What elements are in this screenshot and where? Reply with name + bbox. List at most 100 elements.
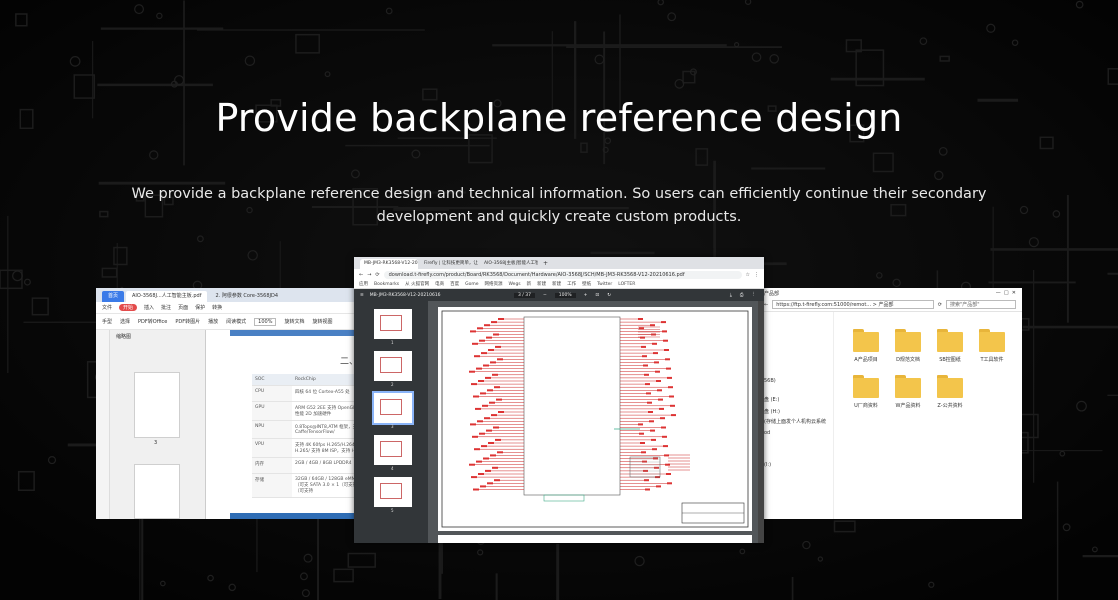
tool-rotate-doc[interactable]: 旋转文档 (284, 318, 304, 325)
pdf-thumbnail[interactable] (374, 477, 412, 507)
tool-play[interactable]: 播放 (208, 318, 218, 325)
folder-item[interactable]: SB控图纸 (930, 328, 970, 363)
pdf-title: MB-JM3-RK3568-V12-20210616 (369, 292, 441, 298)
bookmark-item[interactable]: 工作 (567, 281, 576, 287)
hamburger-icon[interactable]: ≡ (360, 293, 364, 298)
menu-icon[interactable]: ⋮ (754, 272, 759, 278)
tool-rotate-view[interactable]: 旋转视图 (312, 318, 332, 325)
bookmark-item[interactable]: 从 火狐官网 (405, 281, 429, 287)
browser-tab-firefly[interactable]: Firefly | 让科技更简单，让生活... (420, 259, 478, 269)
folder-item[interactable]: U厂商资料 (846, 374, 886, 409)
tool-pdf-to-image[interactable]: PDF转图片 (175, 318, 200, 325)
bookmark-item[interactable]: Gome (465, 282, 478, 287)
thumbnail-page[interactable] (134, 464, 180, 519)
tab-core-params[interactable]: 2. 阿很参数 Core-3568JD4 (209, 291, 284, 302)
reload-icon[interactable]: ⟳ (375, 272, 379, 278)
pdf-actions: ⤓ ⎙ ⋮ (730, 292, 756, 298)
folder-label: U厂商资料 (854, 403, 878, 409)
download-icon[interactable]: ⤓ (730, 292, 732, 298)
nav-item[interactable]: 盘 (E:) (764, 396, 779, 403)
menu-page[interactable]: 页面 (178, 304, 188, 311)
pdf-thumbnail[interactable] (372, 391, 414, 425)
zoom-out-icon[interactable]: − (543, 293, 547, 298)
menu-file[interactable]: 文件 (102, 304, 112, 311)
explorer-title: 产品部 (764, 290, 780, 297)
explorer-address-bar[interactable]: https://ftp.t-firefly.com:51000/remot...… (772, 300, 934, 309)
fit-page-icon[interactable]: ⊡ (595, 293, 599, 298)
schematic-drawing (441, 310, 749, 528)
nav-item[interactable]: od (764, 430, 770, 436)
bookmark-item[interactable]: 百度 (450, 281, 459, 287)
menu-protect[interactable]: 保护 (195, 304, 205, 311)
thumbnail-page-number: 3 (154, 440, 158, 446)
back-arrow-icon[interactable]: ← (359, 272, 363, 278)
tab-home[interactable]: 首页 (102, 291, 125, 302)
zoom-in-icon[interactable]: + (584, 293, 588, 298)
zoom-field[interactable]: 100% (254, 317, 277, 326)
star-icon[interactable]: ☆ (746, 272, 750, 278)
back-arrow-icon[interactable]: ← (764, 302, 768, 308)
browser-url-bar[interactable]: download.t-firefly.com/product/Board/RK3… (383, 270, 742, 279)
menu-start[interactable]: 开始 (119, 304, 138, 311)
pdf-zoom-field[interactable]: 100% (554, 292, 576, 298)
bookmark-item[interactable]: LOFTER (618, 282, 635, 287)
folder-label: W产品资料 (895, 403, 921, 409)
more-icon[interactable]: ⋮ (752, 292, 757, 298)
folder-icon (979, 328, 1005, 352)
page-subtitle: We provide a backplane reference design … (131, 186, 987, 225)
bookmark-item[interactable]: 网络资源 (485, 281, 503, 287)
browser-tab-schematic[interactable]: MB-JM3-RK3568-V12-2021... (360, 259, 418, 269)
pdf-thumbnail-number: 2 (391, 382, 394, 387)
browser-address-row: ← → ⟳ download.t-firefly.com/product/Boa… (354, 269, 764, 280)
browser-tab-aio[interactable]: AIO-3568J主板|智能人工智能主... (480, 259, 538, 269)
new-tab-button[interactable]: + (540, 259, 548, 269)
nav-item[interactable]: 盘 (H:) (764, 408, 780, 415)
menu-convert[interactable]: 转换 (212, 304, 222, 311)
pdf-thumbnail[interactable] (374, 309, 412, 339)
folder-item[interactable]: D规范文档 (888, 328, 928, 363)
nav-item[interactable]: 56B) (764, 378, 776, 384)
table-key-cell: SOC (252, 374, 292, 386)
folder-item[interactable]: T工具软件 (972, 328, 1012, 363)
bookmark-item[interactable]: 电商 (435, 281, 444, 287)
pdf-thumbnail[interactable] (374, 435, 412, 465)
explorer-title-bar: 产品部 — □ ✕ (758, 288, 1022, 298)
tool-hand[interactable]: 手型 (102, 318, 112, 325)
tool-read-mode[interactable]: 阅读模式 (226, 318, 246, 325)
refresh-icon[interactable]: ⟳ (938, 302, 942, 308)
nav-item[interactable]: (存储上面发个人机构云系统 (764, 418, 826, 425)
bookmark-item[interactable]: 新建 (552, 281, 561, 287)
tool-select[interactable]: 选择 (120, 318, 130, 325)
pdf-thumbnail[interactable] (374, 351, 412, 381)
menu-annotate[interactable]: 批注 (161, 304, 171, 311)
pdf-scrollbar[interactable] (758, 301, 764, 543)
bookmark-item[interactable]: 新建 (537, 281, 546, 287)
folder-icon (937, 374, 963, 398)
folder-label: D规范文档 (896, 357, 920, 363)
bookmark-item[interactable]: 新 (527, 281, 532, 287)
forward-arrow-icon[interactable]: → (367, 272, 371, 278)
rotate-icon[interactable]: ↻ (607, 293, 611, 298)
menu-insert[interactable]: 插入 (144, 304, 154, 311)
folder-label: T工具软件 (980, 357, 1004, 363)
print-icon[interactable]: ⎙ (740, 292, 744, 298)
bookmark-item[interactable]: 壁纸 (582, 281, 591, 287)
thumbnail-page[interactable] (134, 372, 180, 438)
folder-item[interactable]: Z-公共资料 (930, 374, 970, 409)
explorer-search-input[interactable]: 搜索"产品部" (946, 300, 1016, 309)
folder-item[interactable]: W产品资料 (888, 374, 928, 409)
bookmark-item[interactable]: 应用 (359, 281, 368, 287)
folder-item[interactable]: A产品项目 (846, 328, 886, 363)
pdf-thumbnail-number: 4 (391, 466, 394, 471)
tab-pdf-document[interactable]: AIO-3568J...人工智能主板.pdf (126, 291, 208, 302)
page-indicator[interactable]: 3 / 37 (514, 292, 535, 298)
bookmark-item[interactable]: Bookmarks (374, 282, 399, 287)
tool-pdf-to-office[interactable]: PDF转Office (138, 318, 167, 325)
schematic-page (438, 307, 752, 531)
bookmark-item[interactable]: Twitter (597, 282, 612, 287)
bookmark-item[interactable]: Wegs (509, 282, 521, 287)
nav-item[interactable]: (I:) (764, 462, 771, 468)
folder-label: Z-公共资料 (937, 403, 963, 409)
pdf-thumbnail-number: 5 (391, 508, 394, 513)
pdf-thumbnail-number: 1 (391, 340, 394, 345)
